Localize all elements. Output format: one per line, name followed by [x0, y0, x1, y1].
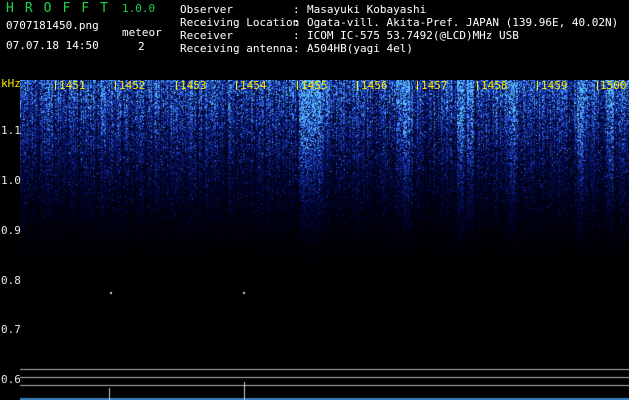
- meteor-count: 2: [138, 40, 145, 53]
- time-tick: [236, 81, 237, 90]
- time-label: 1451: [59, 79, 86, 92]
- info-separator: :: [293, 29, 300, 42]
- info-row-antenna: Receiving antenna : A504HB(yagi 4el): [180, 42, 618, 55]
- freq-unit-label: kHz: [1, 77, 21, 90]
- info-label: Observer: [180, 3, 233, 16]
- info-separator: :: [293, 16, 300, 29]
- info-row-observer: Observer : Masayuki Kobayashi: [180, 3, 618, 16]
- time-label: 1452: [119, 79, 146, 92]
- app-version: 1.0.0: [122, 2, 156, 15]
- info-label: Receiving antenna: [180, 42, 293, 55]
- time-label: 1456: [361, 79, 388, 92]
- filename: 0707181450.png: [6, 19, 99, 32]
- info-label: Receiver: [180, 29, 233, 42]
- meteor-label: meteor: [122, 26, 162, 39]
- info-separator: :: [293, 3, 300, 16]
- freq-label: 0.9: [1, 224, 21, 237]
- info-label: Receiving Location: [180, 16, 300, 29]
- info-value: ICOM IC-575 53.7492(@LCD)MHz USB: [307, 29, 519, 42]
- freq-label: 1.1: [1, 124, 21, 137]
- info-row-location: Receiving Location : Ogata-vill. Akita-P…: [180, 16, 618, 29]
- time-tick: [55, 81, 56, 90]
- info-separator: :: [293, 42, 300, 55]
- freq-label: 1.0: [1, 174, 21, 187]
- info-value: Masayuki Kobayashi: [307, 3, 427, 16]
- time-label: 1453: [180, 79, 207, 92]
- time-tick: [176, 81, 177, 90]
- station-info: Observer : Masayuki Kobayashi Receiving …: [180, 3, 618, 55]
- info-row-receiver: Receiver : ICOM IC-575 53.7492(@LCD)MHz …: [180, 29, 618, 42]
- time-tick: [597, 81, 598, 90]
- freq-label: 0.6: [1, 373, 21, 386]
- time-tick: [417, 81, 418, 90]
- time-tick: [115, 81, 116, 90]
- timestamp: 07.07.18 14:50: [6, 39, 99, 52]
- time-tick: [297, 81, 298, 90]
- time-label: 1500: [600, 79, 627, 92]
- spectrogram-waterfall: [20, 80, 629, 400]
- info-value: Ogata-vill. Akita-Pref. JAPAN (139.96E, …: [307, 16, 619, 29]
- time-tick: [537, 81, 538, 90]
- freq-label: 0.7: [1, 323, 21, 336]
- app-title: HROFFT: [6, 1, 119, 16]
- freq-label: 0.8: [1, 274, 21, 287]
- time-label: 1455: [301, 79, 328, 92]
- info-value: A504HB(yagi 4el): [307, 42, 413, 55]
- time-tick: [357, 81, 358, 90]
- time-label: 1457: [421, 79, 448, 92]
- time-label: 1454: [240, 79, 267, 92]
- time-label: 1459: [541, 79, 568, 92]
- time-tick: [477, 81, 478, 90]
- time-axis: 1451 1452 1453 1454 1455 1456 1457 1458 …: [0, 79, 629, 93]
- time-label: 1458: [481, 79, 508, 92]
